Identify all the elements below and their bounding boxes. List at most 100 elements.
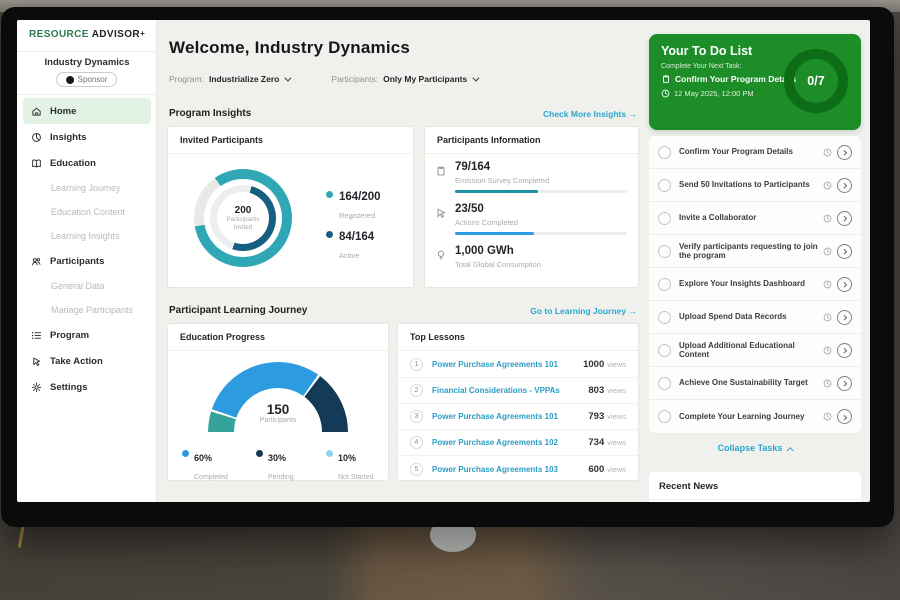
sidebar-item-label: Insights <box>50 132 86 143</box>
task-row[interactable]: Complete Your Learning Journey <box>649 400 861 433</box>
todo-progress-value: 0/7 <box>807 74 824 88</box>
participants-value: Only My Participants <box>383 74 467 84</box>
clock-icon <box>823 247 832 256</box>
sidebar-item-label: Take Action <box>50 356 103 367</box>
task-open-button[interactable] <box>837 376 852 391</box>
clock-icon <box>823 346 832 355</box>
sidebar-item-label: Settings <box>50 382 87 393</box>
monitor-bezel: RESOURCE ADVISOR+ Industry Dynamics Spon… <box>1 7 894 527</box>
task-row[interactable]: Upload Spend Data Records <box>649 301 861 334</box>
clock-icon <box>823 412 832 421</box>
divider <box>649 499 861 500</box>
stat-label: Emission Survey Completed <box>455 176 549 185</box>
sidebar-item-education[interactable]: Education <box>17 150 157 176</box>
views-suffix: views <box>607 360 626 369</box>
task-row[interactable]: Upload Additional Educational Content <box>649 334 861 367</box>
task-open-button[interactable] <box>837 211 852 226</box>
task-open-button[interactable] <box>837 145 852 160</box>
task-row[interactable]: Achieve One Sustainability Target <box>649 367 861 400</box>
sidebar-item-general-data[interactable]: General Data <box>17 274 157 298</box>
todo-subtitle: Complete Your Next Task: <box>661 63 741 70</box>
todo-summary-card: Your To Do List Complete Your Next Task:… <box>649 34 861 130</box>
legend-completed: 60%Completed <box>182 448 228 484</box>
legend-pct: 10% <box>338 453 356 463</box>
task-checkbox[interactable] <box>658 212 671 225</box>
check-more-insights-link[interactable]: Check More Insights → <box>543 109 637 119</box>
task-checkbox[interactable] <box>658 410 671 423</box>
gauge-center-value: 150 <box>240 402 316 417</box>
todo-title: Your To Do List <box>661 44 752 58</box>
next-task-label: Confirm Your Program Details <box>675 74 796 84</box>
sidebar-item-insights[interactable]: Insights <box>17 124 157 150</box>
lesson-link[interactable]: Power Purchase Agreements 101 <box>432 360 583 369</box>
sidebar-item-participants[interactable]: Participants <box>17 248 157 274</box>
lesson-link[interactable]: Financial Considerations - VPPAs <box>432 386 588 395</box>
views-suffix: views <box>607 386 626 395</box>
legend-dot <box>256 450 263 457</box>
legend-dot <box>182 450 189 457</box>
todo-task-list: Confirm Your Program Details Send 50 Inv… <box>649 136 861 433</box>
task-row[interactable]: Invite a Collaborator <box>649 202 861 235</box>
task-label: Confirm Your Program Details <box>679 147 818 156</box>
task-checkbox[interactable] <box>658 245 671 258</box>
clock-icon <box>823 148 832 157</box>
insights-icon <box>31 132 42 143</box>
legend-dot <box>326 191 333 198</box>
task-checkbox[interactable] <box>658 278 671 291</box>
participants-label: Participants: <box>331 74 378 84</box>
lesson-link[interactable]: Power Purchase Agreements 102 <box>432 438 588 447</box>
task-open-button[interactable] <box>837 178 852 193</box>
clock-icon <box>661 89 670 98</box>
legend-dot <box>326 231 333 238</box>
sidebar-item-home[interactable]: Home <box>23 98 151 124</box>
gauge-center-label: Participants <box>240 417 316 424</box>
sidebar-item-program[interactable]: Program <box>17 322 157 348</box>
task-row[interactable]: Explore Your Insights Dashboard <box>649 268 861 301</box>
sidebar-item-manage-participants[interactable]: Manage Participants <box>17 298 157 322</box>
task-checkbox[interactable] <box>658 311 671 324</box>
logo-plus: + <box>140 29 145 38</box>
sidebar-item-label: Program <box>50 330 89 341</box>
task-open-button[interactable] <box>837 409 852 424</box>
go-to-learning-journey-link[interactable]: Go to Learning Journey → <box>530 306 637 316</box>
progress-bar <box>455 232 627 235</box>
task-checkbox[interactable] <box>658 344 671 357</box>
task-open-button[interactable] <box>837 244 852 259</box>
sidebar-item-take-action[interactable]: Take Action <box>17 348 157 374</box>
task-row[interactable]: Send 50 Invitations to Participants <box>649 169 861 202</box>
link-label: Check More Insights <box>543 109 626 119</box>
task-checkbox[interactable] <box>658 377 671 390</box>
sidebar-nav: Home Insights Education Learning Journey… <box>17 98 157 400</box>
invited-participants-donut-chart: 200 Participants Invited <box>194 169 292 267</box>
sidebar-item-label: Education Content <box>51 207 125 217</box>
program-select[interactable]: Program: Industrialize Zero <box>169 74 289 84</box>
sidebar-item-learning-journey[interactable]: Learning Journey <box>17 176 157 200</box>
task-row[interactable]: Confirm Your Program Details <box>649 136 861 169</box>
divider <box>17 94 157 95</box>
sidebar-item-education-content[interactable]: Education Content <box>17 200 157 224</box>
program-value: Industrialize Zero <box>209 74 279 84</box>
participants-select[interactable]: Participants: Only My Participants <box>331 74 477 84</box>
home-icon <box>31 106 42 117</box>
task-open-button[interactable] <box>837 343 852 358</box>
chevron-right-icon <box>841 183 847 189</box>
lesson-link[interactable]: Power Purchase Agreements 103 <box>432 465 588 474</box>
active-value: 84/164 <box>339 231 374 243</box>
sidebar-item-label: Learning Insights <box>51 231 120 241</box>
sidebar-item-learning-insights[interactable]: Learning Insights <box>17 224 157 248</box>
task-checkbox[interactable] <box>658 179 671 192</box>
task-open-button[interactable] <box>837 277 852 292</box>
task-row[interactable]: Verify participants requesting to join t… <box>649 235 861 268</box>
progress-bar <box>455 190 627 193</box>
sponsor-badge[interactable]: Sponsor <box>56 72 118 87</box>
lesson-row: 5 Power Purchase Agreements 103 600 view… <box>398 456 638 482</box>
lesson-link[interactable]: Power Purchase Agreements 101 <box>432 412 588 421</box>
legend-registered: 164/200 Registered <box>326 187 381 223</box>
sidebar-item-settings[interactable]: Settings <box>17 374 157 400</box>
views-count: 793 <box>588 411 604 422</box>
task-open-button[interactable] <box>837 310 852 325</box>
task-label: Explore Your Insights Dashboard <box>679 279 818 288</box>
task-checkbox[interactable] <box>658 146 671 159</box>
sidebar-item-label: Manage Participants <box>51 305 133 315</box>
collapse-tasks-link[interactable]: Collapse Tasks <box>649 443 861 453</box>
